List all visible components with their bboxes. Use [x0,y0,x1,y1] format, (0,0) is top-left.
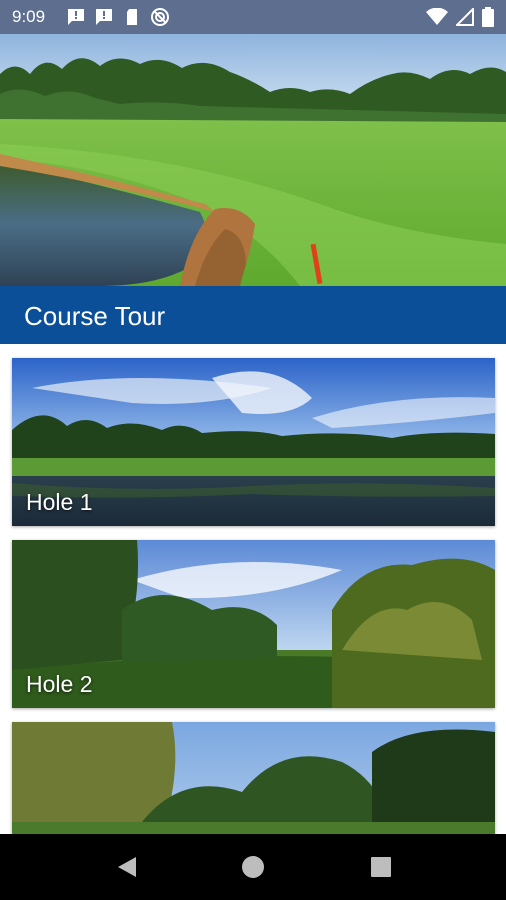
status-bar: 9:09 [0,0,506,34]
system-icons [426,7,494,27]
signal-icon [456,8,474,26]
hole-card-1[interactable]: Hole 1 [12,358,495,526]
navigation-bar [0,834,506,900]
back-icon[interactable] [114,854,140,880]
hole-label: Hole 1 [26,489,93,515]
message-alert-icon [68,9,84,25]
hole-label: Hole 2 [26,671,93,697]
hole-card-3[interactable] [12,722,495,834]
hole-3-trees-photo [12,722,495,834]
section-title: Course Tour [24,301,166,331]
wifi-icon [426,8,448,25]
hole-list[interactable]: Hole 1 Hole 2 [0,344,506,834]
do-not-disturb-icon [151,8,169,26]
recents-icon[interactable] [368,854,394,880]
notification-icons [66,7,170,27]
status-time: 9:09 [12,7,46,26]
golf-course-pond-photo [0,34,506,286]
home-icon[interactable] [240,854,266,880]
message-alert-icon [96,9,112,25]
sd-card-icon [127,9,137,25]
battery-icon [482,7,494,27]
hero-image [0,34,506,286]
hole-card-2[interactable]: Hole 2 [12,540,495,708]
section-header: Course Tour [0,286,506,344]
